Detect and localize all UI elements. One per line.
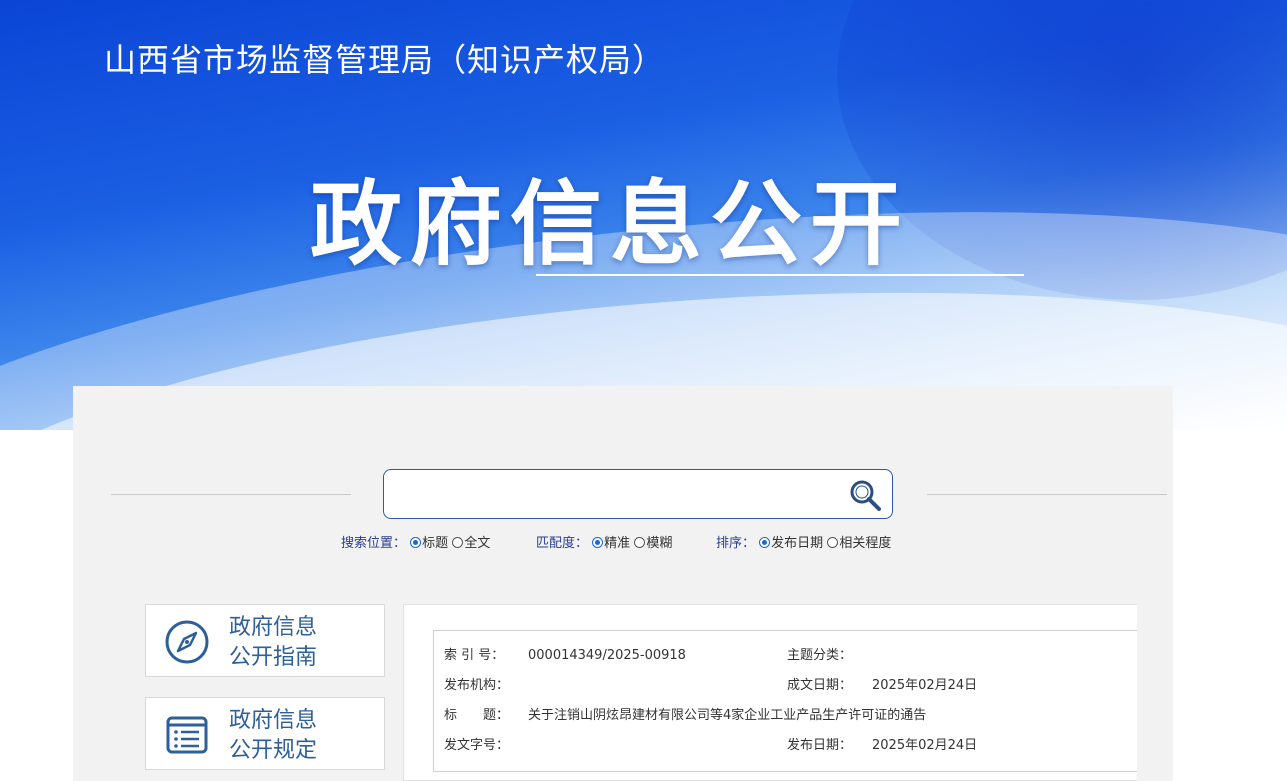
search-divider-left bbox=[111, 494, 351, 495]
site-title[interactable]: 山西省市场监督管理局（知识产权局） bbox=[104, 35, 665, 81]
meta-index-label: 索 引 号： bbox=[444, 648, 505, 663]
meta-publisher-label: 发布机构： bbox=[444, 678, 510, 693]
radio-publish-date[interactable] bbox=[759, 537, 771, 548]
meta-written-date-value: 2025年02月24日 bbox=[872, 678, 978, 693]
sidebar-item-rules[interactable]: 政府信息 公开规定 bbox=[145, 697, 385, 770]
sidebar-item-line2: 公开规定 bbox=[229, 738, 318, 763]
meta-publish-date-label: 发布日期： bbox=[787, 738, 853, 753]
meta-topic-label: 主题分类： bbox=[787, 648, 853, 663]
sidebar-item-line2: 公开指南 bbox=[229, 645, 318, 670]
search-divider-right bbox=[927, 494, 1167, 495]
option-fulltext-label[interactable]: 全文 bbox=[464, 536, 490, 551]
meta-index-value: 000014349/2025-00918 bbox=[528, 648, 686, 663]
sidebar-item-label: 政府信息 公开指南 bbox=[229, 613, 317, 673]
sidebar-item-label: 政府信息 公开规定 bbox=[229, 706, 317, 766]
sidebar-item-guide[interactable]: 政府信息 公开指南 bbox=[145, 604, 385, 677]
meta-doc-no-label: 发文字号： bbox=[444, 738, 510, 753]
radio-fuzzy[interactable] bbox=[634, 537, 646, 548]
meta-title-value: 关于注销山阴炫昂建材有限公司等4家企业工业产品生产许可证的通告 bbox=[528, 708, 927, 723]
match-options: 匹配度： 精准 模糊 bbox=[536, 535, 672, 553]
radio-title[interactable] bbox=[410, 537, 422, 548]
option-relevance-label[interactable]: 相关程度 bbox=[839, 536, 891, 551]
hero-banner: 山西省市场监督管理局（知识产权局） 政府信息公开 bbox=[0, 0, 1287, 430]
hero-underline bbox=[536, 274, 1024, 276]
meta-publish-date-value: 2025年02月24日 bbox=[872, 738, 978, 753]
meta-title-label: 标 题： bbox=[444, 708, 510, 723]
search-box bbox=[383, 469, 893, 519]
radio-relevance[interactable] bbox=[827, 537, 839, 548]
hero-title: 政府信息公开 bbox=[310, 171, 911, 278]
sort-label: 排序： bbox=[716, 536, 756, 551]
option-exact-label[interactable]: 精准 bbox=[604, 536, 630, 551]
sidebar-item-line1: 政府信息 bbox=[229, 615, 318, 640]
search-position-options: 搜索位置： 标题 全文 bbox=[341, 535, 490, 553]
option-publish-date-label[interactable]: 发布日期 bbox=[771, 536, 823, 551]
option-title-label[interactable]: 标题 bbox=[422, 536, 448, 551]
match-label: 匹配度： bbox=[536, 536, 589, 551]
search-icon[interactable] bbox=[848, 478, 882, 512]
radio-exact[interactable] bbox=[592, 537, 604, 548]
search-position-label: 搜索位置： bbox=[341, 536, 407, 551]
search-input[interactable] bbox=[396, 480, 830, 510]
option-fuzzy-label[interactable]: 模糊 bbox=[646, 536, 672, 551]
meta-written-date-label: 成文日期： bbox=[787, 678, 853, 693]
document-list-icon bbox=[166, 716, 208, 754]
radio-fulltext[interactable] bbox=[452, 537, 464, 548]
compass-icon bbox=[165, 620, 209, 664]
sidebar-item-line1: 政府信息 bbox=[229, 708, 318, 733]
sort-options: 排序： 发布日期 相关程度 bbox=[716, 535, 891, 553]
